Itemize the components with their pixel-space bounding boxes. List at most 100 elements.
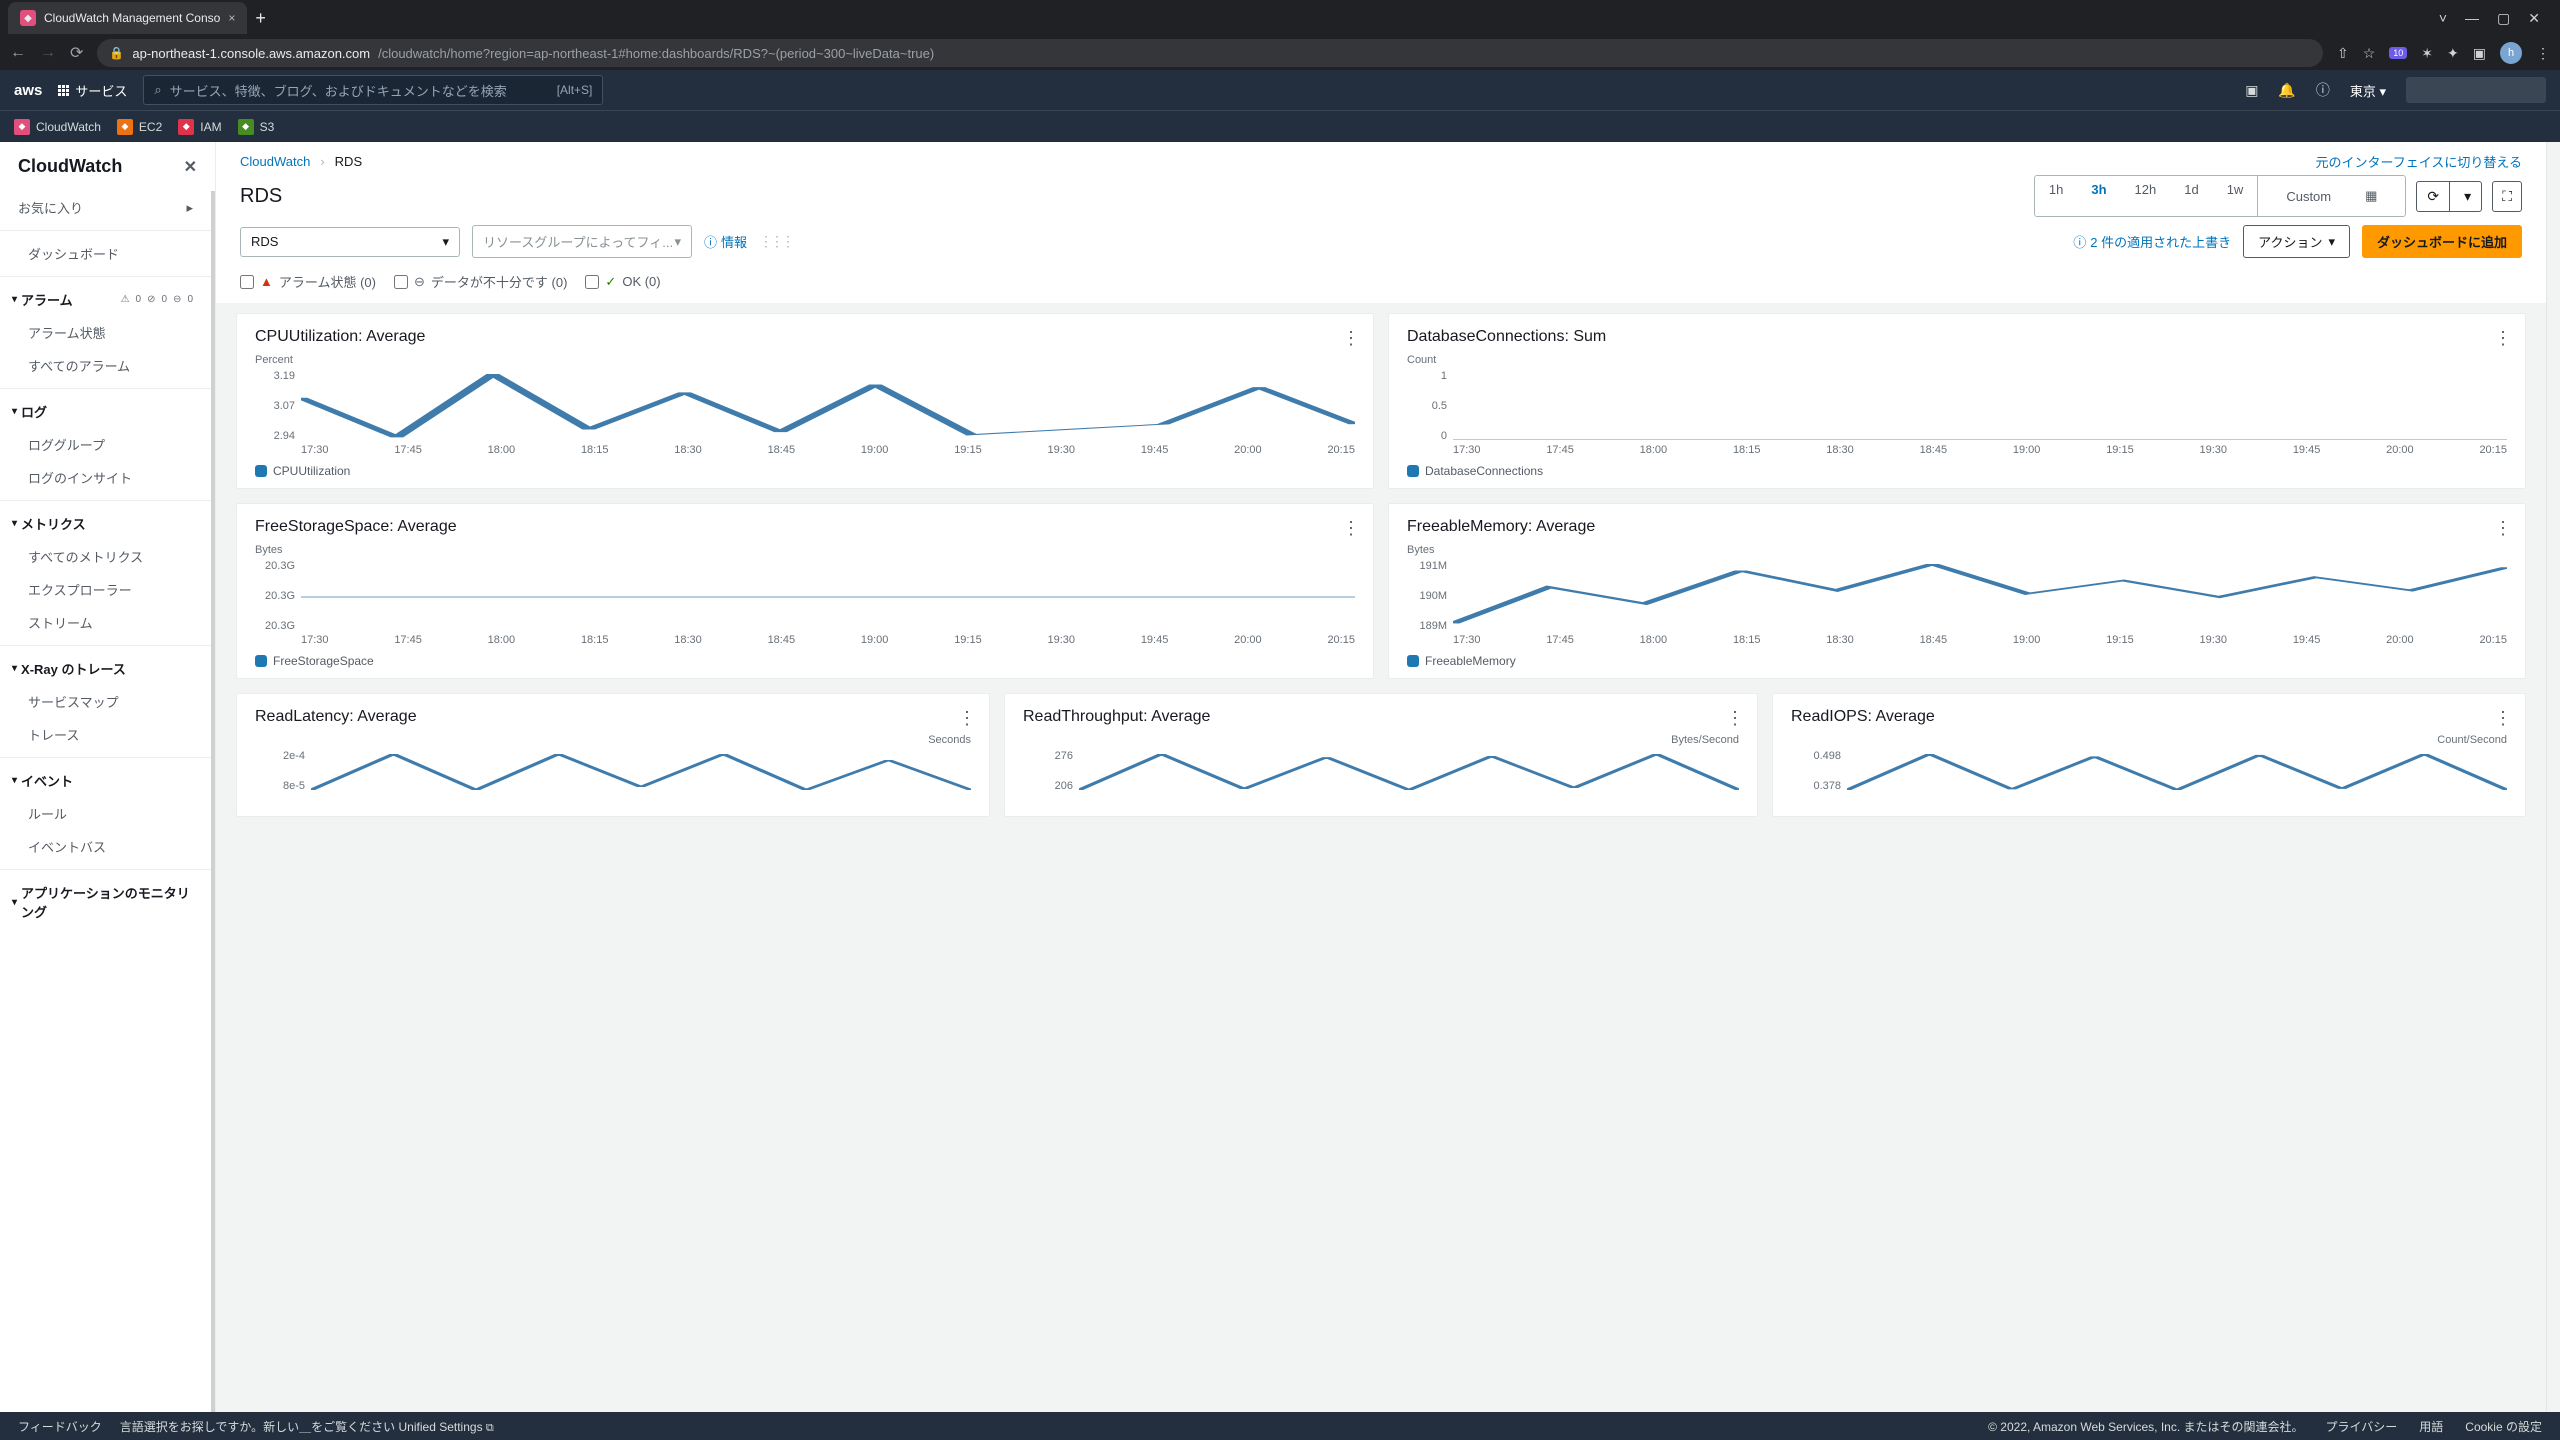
- add-to-dashboard-button[interactable]: ダッシュボードに追加: [2362, 225, 2522, 258]
- breadcrumb-root[interactable]: CloudWatch: [240, 154, 310, 169]
- close-icon[interactable]: ×: [228, 11, 235, 25]
- sidebar-item-service-map[interactable]: サービスマップ: [0, 685, 211, 718]
- override-link[interactable]: ⓘ2 件の適用された上書き: [2073, 232, 2231, 251]
- sidebar-section-events[interactable]: ▾イベント: [0, 764, 211, 797]
- sidebar-favorites[interactable]: お気に入り▸: [0, 191, 211, 224]
- profile-avatar[interactable]: h: [2500, 42, 2522, 64]
- aws-logo[interactable]: aws: [14, 82, 42, 99]
- drag-handle-icon[interactable]: ⋮⋮⋮: [759, 233, 792, 250]
- extension-icon[interactable]: ✶: [2421, 45, 2433, 62]
- new-tab-button[interactable]: +: [255, 8, 266, 29]
- chevron-right-icon: ▸: [186, 200, 193, 216]
- kebab-icon[interactable]: ⋮: [2536, 45, 2550, 62]
- service-chip-s3[interactable]: ◆S3: [238, 119, 275, 135]
- sidebar-item-log-groups[interactable]: ロググループ: [0, 428, 211, 461]
- widget-unit: Percent: [255, 354, 1355, 366]
- scrollbar[interactable]: [2546, 142, 2560, 1412]
- widget-menu-icon[interactable]: ⋮: [1342, 328, 1359, 349]
- sidebar-item-log-insights[interactable]: ログのインサイト: [0, 461, 211, 494]
- actions-button[interactable]: アクション▾: [2243, 225, 2350, 258]
- sidebar-item-trace[interactable]: トレース: [0, 718, 211, 751]
- share-icon[interactable]: ⇧: [2337, 45, 2349, 62]
- maximize-icon[interactable]: ▢: [2497, 10, 2510, 27]
- fullscreen-button[interactable]: ⛶: [2492, 181, 2522, 212]
- aws-service-bar: ◆CloudWatch ◆EC2 ◆IAM ◆S3: [0, 110, 2560, 142]
- filter-alarm[interactable]: ▲アラーム状態 (0): [240, 272, 376, 291]
- sidebar-section-alarms[interactable]: ▾アラーム ⚠0 ⊘0 ⊖0: [0, 283, 211, 316]
- filter-insufficient[interactable]: ⊖データが不十分です (0): [394, 272, 567, 291]
- region-selector[interactable]: 東京 ▾: [2350, 81, 2386, 100]
- widget-menu-icon[interactable]: ⋮: [1726, 708, 1743, 729]
- sidebar-item-alarm-state[interactable]: アラーム状態: [0, 316, 211, 349]
- help-icon[interactable]: ⓘ: [2316, 80, 2330, 100]
- namespace-select[interactable]: RDS▾: [240, 227, 460, 257]
- range-1h[interactable]: 1h: [2035, 176, 2077, 216]
- puzzle-icon[interactable]: ✦: [2447, 45, 2459, 62]
- search-input[interactable]: ⌕ サービス、特徴、ブログ、およびドキュメントなどを検索 [Alt+S]: [143, 75, 603, 105]
- sidebar-item-dashboards[interactable]: ダッシュボード: [0, 237, 211, 270]
- range-custom[interactable]: Custom▦: [2257, 176, 2405, 216]
- chevron-down-icon[interactable]: ˅: [2439, 10, 2447, 27]
- sidebar-item-stream[interactable]: ストリーム: [0, 606, 211, 639]
- filter-ok[interactable]: ✓OK (0): [585, 274, 660, 290]
- feedback-link[interactable]: フィードバック: [18, 1418, 102, 1435]
- sidebar-section-logs[interactable]: ▾ログ: [0, 395, 211, 428]
- range-1d[interactable]: 1d: [2170, 176, 2212, 216]
- range-12h[interactable]: 12h: [2121, 176, 2171, 216]
- chart-widget: CPUUtilization: Average ⋮ Percent 3.193.…: [236, 313, 1374, 489]
- sidebar-item-event-bus[interactable]: イベントバス: [0, 830, 211, 863]
- footer-privacy[interactable]: プライバシー: [2326, 1418, 2398, 1435]
- panel-icon[interactable]: ▣: [2473, 45, 2486, 62]
- footer: フィードバック 言語選択をお探しですか。新しい＿をご覧ください Unified …: [0, 1412, 2560, 1440]
- y-axis: 2e-48e-5: [255, 750, 305, 792]
- sidebar-item-rules[interactable]: ルール: [0, 797, 211, 830]
- sparkline: [1453, 374, 2507, 440]
- widget-menu-icon[interactable]: ⋮: [2494, 518, 2511, 539]
- y-axis: 20.3G20.3G20.3G: [255, 560, 295, 632]
- y-axis: 10.50: [1407, 370, 1447, 442]
- info-icon: ⓘ: [704, 232, 717, 251]
- chevron-down-icon: ▾: [442, 234, 449, 250]
- sidebar-section-xray[interactable]: ▾X-Ray のトレース: [0, 652, 211, 685]
- back-icon[interactable]: ←: [10, 44, 26, 62]
- widget-menu-icon[interactable]: ⋮: [958, 708, 975, 729]
- services-menu[interactable]: サービス: [58, 81, 127, 100]
- widget-menu-icon[interactable]: ⋮: [1342, 518, 1359, 539]
- browser-tab[interactable]: ◆ CloudWatch Management Conso ×: [8, 2, 247, 34]
- chart-widget: ReadThroughput: Average ⋮ Bytes/Second 2…: [1004, 693, 1758, 817]
- bell-icon[interactable]: 🔔: [2278, 82, 2295, 99]
- minimize-icon[interactable]: ―: [2465, 10, 2479, 27]
- sidebar-section-metrics[interactable]: ▾メトリクス: [0, 507, 211, 540]
- service-chip-iam[interactable]: ◆IAM: [178, 119, 221, 135]
- widget-unit: Bytes: [255, 544, 1355, 556]
- widget-menu-icon[interactable]: ⋮: [2494, 328, 2511, 349]
- url-path: /cloudwatch/home?region=ap-northeast-1#h…: [378, 46, 934, 61]
- sidebar-section-app-monitoring[interactable]: ▾アプリケーションのモニタリング: [0, 876, 211, 928]
- legend: CPUUtilization: [255, 464, 1355, 478]
- widget-title: DatabaseConnections: Sum: [1407, 328, 2507, 346]
- footer-terms[interactable]: 用語: [2419, 1418, 2443, 1435]
- footer-cookie[interactable]: Cookie の設定: [2465, 1418, 2542, 1435]
- service-chip-cloudwatch[interactable]: ◆CloudWatch: [14, 119, 101, 135]
- service-chip-ec2[interactable]: ◆EC2: [117, 119, 162, 135]
- switch-ui-link[interactable]: 元のインターフェイスに切り替える: [2316, 152, 2522, 171]
- sidebar-item-all-metrics[interactable]: すべてのメトリクス: [0, 540, 211, 573]
- sidebar-close-icon[interactable]: ✕: [184, 157, 197, 177]
- extension-badge[interactable]: 10: [2389, 47, 2407, 59]
- range-1w[interactable]: 1w: [2213, 176, 2258, 216]
- refresh-button[interactable]: ⟳▾: [2416, 181, 2482, 212]
- info-link[interactable]: ⓘ情報: [704, 232, 747, 251]
- star-icon[interactable]: ☆: [2363, 45, 2376, 62]
- range-3h[interactable]: 3h: [2077, 176, 2120, 216]
- account-menu[interactable]: [2406, 77, 2546, 103]
- reload-icon[interactable]: ⟳: [70, 43, 83, 63]
- address-bar[interactable]: 🔒 ap-northeast-1.console.aws.amazon.com/…: [97, 39, 2323, 67]
- chevron-right-icon: ›: [320, 154, 324, 169]
- window-close-icon[interactable]: ✕: [2528, 10, 2540, 27]
- cloudshell-icon[interactable]: ▣: [2245, 82, 2258, 99]
- sidebar-item-all-alarms[interactable]: すべてのアラーム: [0, 349, 211, 382]
- widget-menu-icon[interactable]: ⋮: [2494, 708, 2511, 729]
- resource-group-select[interactable]: リソースグループによってフィ...▾: [472, 225, 692, 258]
- sidebar-item-explorer[interactable]: エクスプローラー: [0, 573, 211, 606]
- unified-settings-link[interactable]: Unified Settings ⧉: [399, 1420, 494, 1434]
